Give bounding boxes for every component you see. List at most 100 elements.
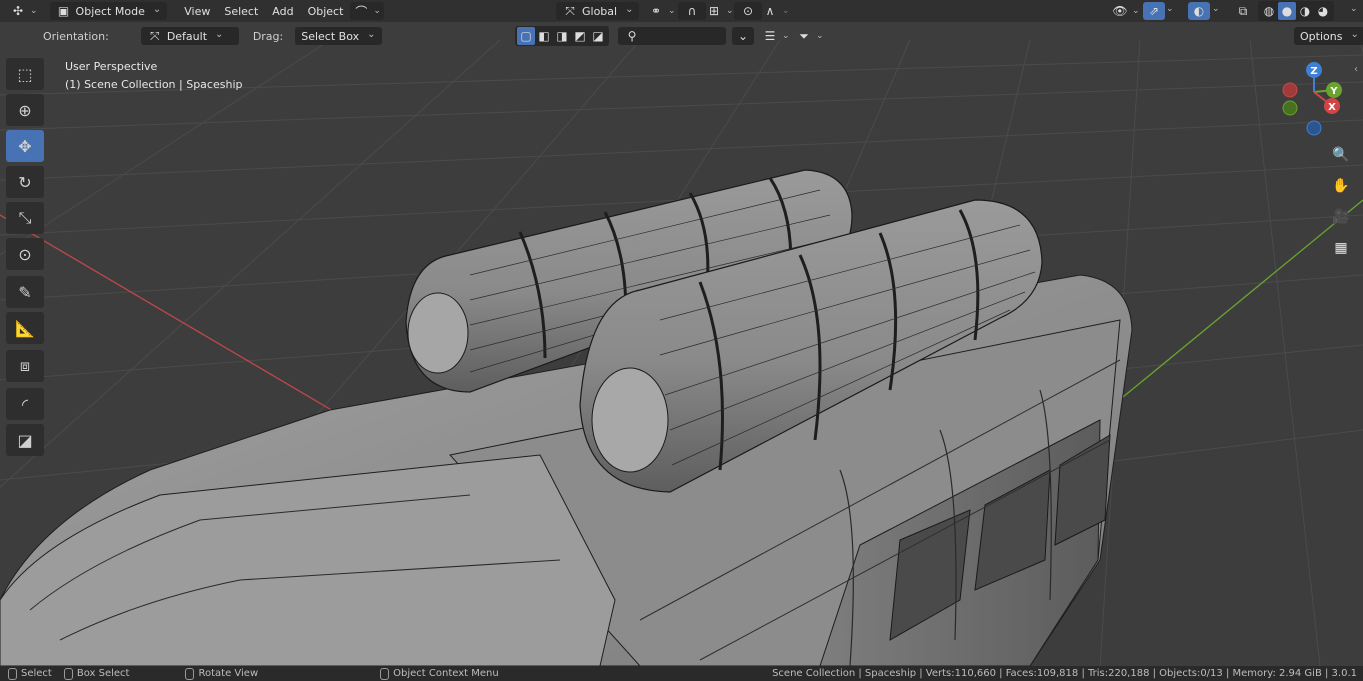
xray-toggle[interactable]: ⧉ <box>1232 2 1254 20</box>
camera-icon: 🎥 <box>1332 209 1350 225</box>
falloff-button[interactable]: ∧ ⌄ <box>756 2 796 20</box>
status-select: Select <box>8 667 52 680</box>
status-rotate-view-label: Rotate View <box>198 668 259 679</box>
options-button[interactable]: Options <box>1294 27 1363 45</box>
menu-view[interactable]: View <box>177 5 217 18</box>
visibility-button[interactable]: 👁 ⌄ <box>1106 2 1146 20</box>
funnel-icon: ⏷ <box>799 28 809 43</box>
annotate-pencil-icon: ✎ <box>18 282 32 302</box>
view-navigation-controls: 🔍 ✋ 🎥 ▦ <box>1328 142 1356 266</box>
collection-path-label: (1) Scene Collection | Spaceship <box>65 78 243 91</box>
orientation-icon: ⤧ <box>565 3 575 18</box>
orientation-label: Orientation: <box>43 29 109 43</box>
select-mode-set-button[interactable]: ▢ <box>517 27 535 45</box>
drag-value: Select Box <box>301 29 360 43</box>
tool-annotate[interactable]: ✎ <box>6 276 44 308</box>
wireframe-sphere-icon: ◍ <box>1263 4 1275 18</box>
tool-transform[interactable]: ⊙ <box>6 238 44 270</box>
left-toolbar: ⬚ ⊕ ✥ ↻ ⤡ ⊙ ✎ 📐 ⧈ ◜ ◪ <box>6 58 48 460</box>
select-set-icon: ▢ <box>520 29 532 43</box>
pivot-point-button[interactable]: ⚭ ⌄ <box>642 2 682 20</box>
proportional-edit-icon: ⊙ <box>742 4 754 18</box>
orientation-value: Default <box>166 29 208 43</box>
tool-to-sphere[interactable]: ◪ <box>6 424 44 456</box>
falloff-curve-icon: ∧ <box>765 4 775 18</box>
tool-move[interactable]: ✥ <box>6 130 44 162</box>
select-subtract-icon: ◨ <box>556 29 568 43</box>
object-extra-button[interactable]: ⌒ ⌄ <box>350 2 384 20</box>
search-icon: ⚲ <box>627 29 637 43</box>
select-mode-extend-button[interactable]: ◧ <box>535 27 553 45</box>
material-sphere-icon: ◑ <box>1299 4 1311 18</box>
shading-wireframe-button[interactable]: ◍ <box>1260 2 1278 20</box>
filter-button[interactable]: ⏷ ⌄ <box>790 27 830 45</box>
navigation-gizmo[interactable]: Z Y X <box>1276 58 1356 138</box>
select-mode-invert-button[interactable]: ◩ <box>571 27 589 45</box>
zoom-magnifier-icon: 🔍 <box>1332 147 1350 163</box>
tool-shear[interactable]: ◜ <box>6 388 44 420</box>
shear-icon: ◜ <box>21 394 29 414</box>
gizmo-neg-y[interactable] <box>1282 100 1298 116</box>
gizmo-y-label: Y <box>1329 86 1338 97</box>
sidebar-toggle-icon[interactable]: ‹ <box>1354 64 1358 75</box>
tool-add-cube[interactable]: ⧈ <box>6 350 44 382</box>
tool-select-box[interactable]: ⬚ <box>6 58 44 90</box>
shading-solid-button[interactable]: ● <box>1278 2 1296 20</box>
select-mode-intersect-button[interactable]: ◪ <box>589 27 607 45</box>
filter-options-button[interactable]: ⌄ <box>732 27 754 45</box>
pivot-icon: ⚭ <box>650 4 662 18</box>
options-label: Options <box>1300 29 1343 43</box>
overlays-toggle[interactable]: ◐ <box>1188 2 1210 20</box>
grid-perspective-icon: ▦ <box>1334 240 1348 256</box>
transform-orientation-label: Global <box>582 4 618 18</box>
editor-type-button[interactable]: ✣ ⌄ <box>4 2 44 20</box>
tool-scale[interactable]: ⤡ <box>6 202 44 234</box>
shading-mode-group: ◍ ● ◑ ◕ <box>1258 1 1334 21</box>
select-box-icon: ⬚ <box>17 64 33 84</box>
perspective-label: User Perspective <box>65 60 158 73</box>
drag-selector[interactable]: Select Box <box>295 27 382 45</box>
gizmo-icon: ⇗ <box>1148 4 1160 18</box>
select-extend-icon: ◧ <box>538 29 550 43</box>
shading-dropdown-icon[interactable]: ⌄ <box>1350 4 1358 14</box>
tool-settings-bar: Orientation: ⤧ Default Drag: Select Box … <box>0 22 1363 50</box>
overlays-dropdown-icon[interactable]: ⌄ <box>1212 4 1220 14</box>
shading-material-button[interactable]: ◑ <box>1296 2 1314 20</box>
viewport-info: User Perspective (1) Scene Collection | … <box>65 58 242 94</box>
camera-view-button[interactable]: 🎥 <box>1328 204 1354 230</box>
object-mode-icon: ▣ <box>57 4 70 18</box>
rotate-icon: ↻ <box>18 172 32 192</box>
scale-icon: ⤡ <box>18 208 32 227</box>
gizmo-dropdown-icon[interactable]: ⌄ <box>1166 4 1174 14</box>
gizmo-z-label: Z <box>1310 66 1317 77</box>
pan-button[interactable]: ✋ <box>1328 173 1354 199</box>
select-invert-icon: ◩ <box>574 29 586 43</box>
measure-ruler-icon: 📐 <box>15 318 35 338</box>
hand-icon: ✋ <box>1332 178 1350 194</box>
gizmo-toggle[interactable]: ⇗ <box>1143 2 1165 20</box>
overlays-icon: ◐ <box>1193 4 1205 18</box>
transform-orientation-selector[interactable]: ⤧ Global <box>556 2 640 20</box>
tool-rotate[interactable]: ↻ <box>6 166 44 198</box>
gizmo-neg-x[interactable] <box>1282 82 1298 98</box>
perspective-toggle-button[interactable]: ▦ <box>1328 235 1354 261</box>
tool-measure[interactable]: 📐 <box>6 312 44 344</box>
3d-viewport[interactable] <box>0 0 1363 666</box>
menu-object[interactable]: Object <box>301 5 351 18</box>
axes-editor-icon: ✣ <box>12 4 24 18</box>
status-context-menu-label: Object Context Menu <box>393 668 499 679</box>
move-arrows-icon: ✥ <box>18 136 32 156</box>
status-box-select-label: Box Select <box>76 668 130 679</box>
menu-add[interactable]: Add <box>265 5 300 18</box>
gizmo-neg-z[interactable] <box>1306 120 1322 136</box>
mode-label: Object Mode <box>75 4 145 18</box>
shading-rendered-button[interactable]: ◕ <box>1314 2 1332 20</box>
mode-selector[interactable]: ▣ Object Mode <box>49 2 168 20</box>
tool-cursor[interactable]: ⊕ <box>6 94 44 126</box>
select-mode-subtract-button[interactable]: ◨ <box>553 27 571 45</box>
orientation-selector[interactable]: ⤧ Default <box>140 27 239 45</box>
menu-select[interactable]: Select <box>217 5 265 18</box>
zoom-button[interactable]: 🔍 <box>1328 142 1354 168</box>
search-input[interactable]: ⚲ <box>618 27 726 45</box>
mouse-left-icon <box>8 667 17 680</box>
